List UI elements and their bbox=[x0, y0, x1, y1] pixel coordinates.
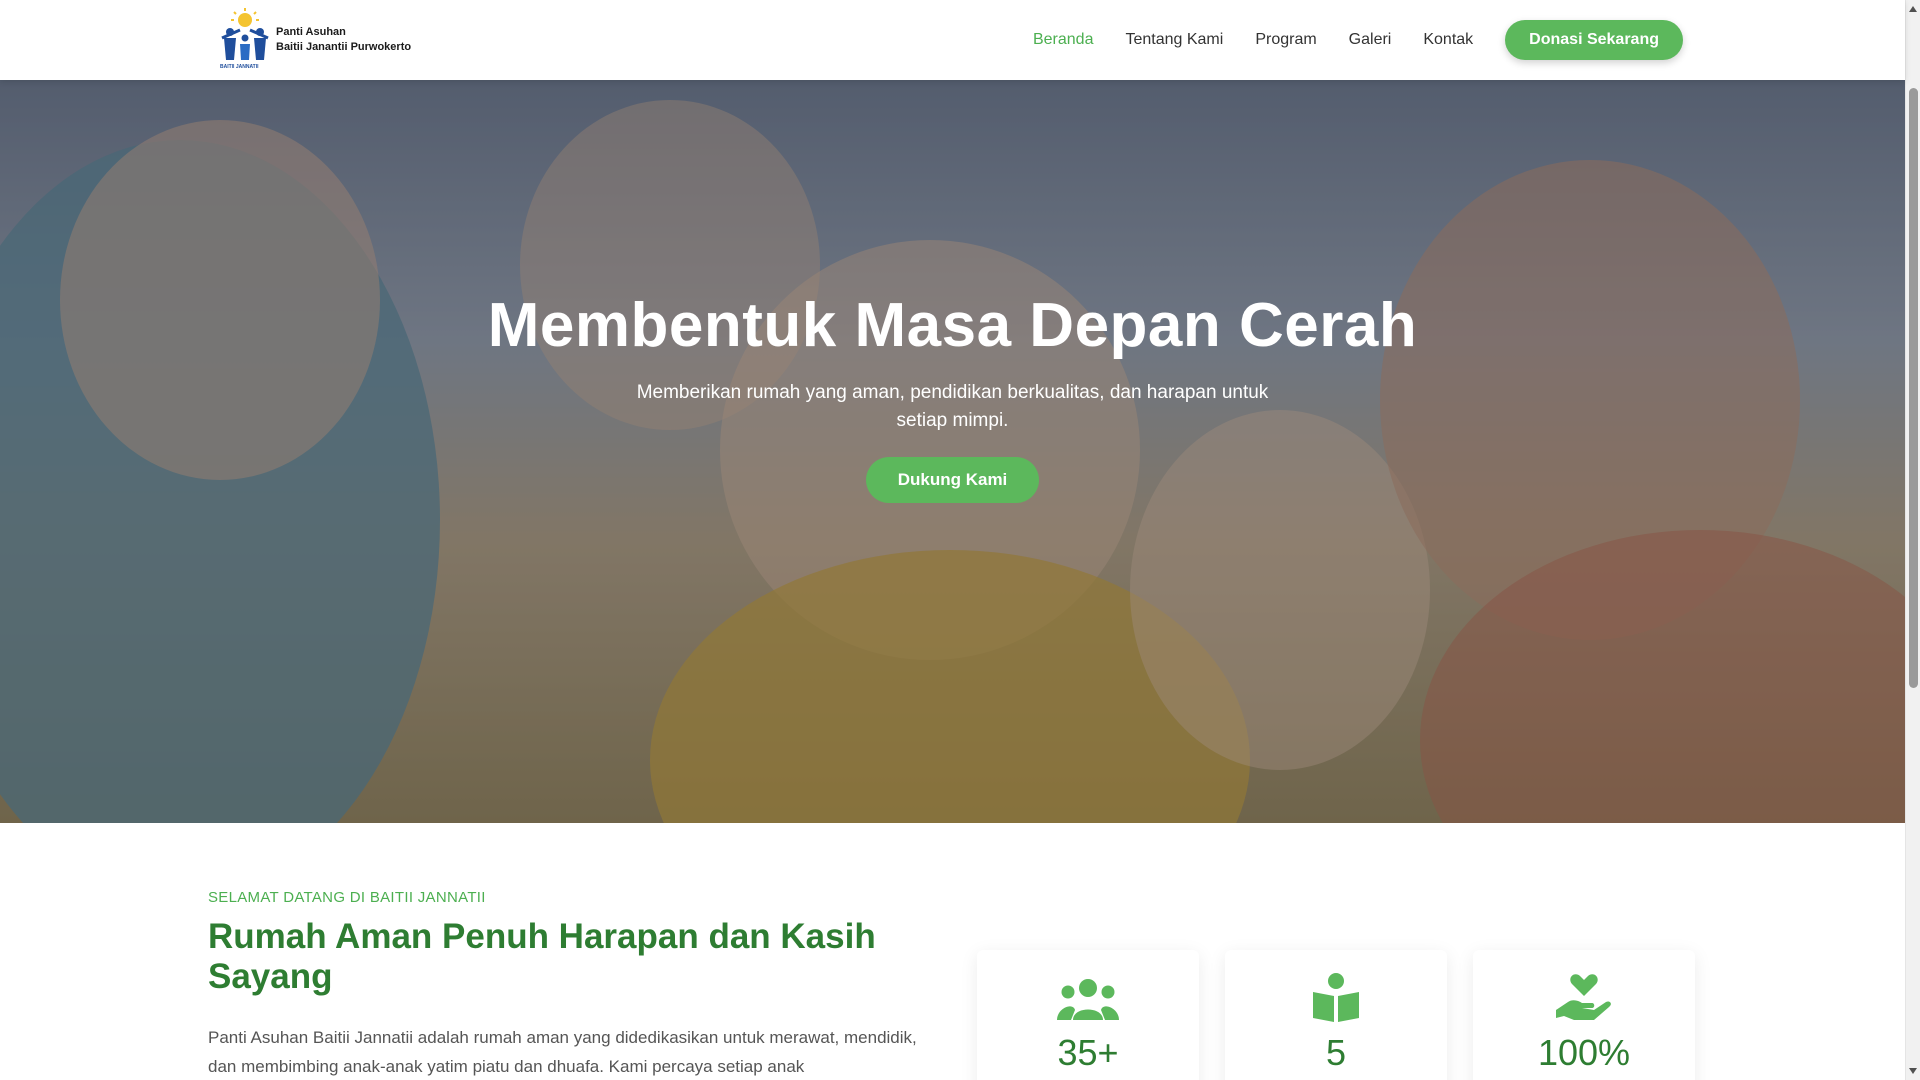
support-button[interactable]: Dukung Kami bbox=[865, 457, 1040, 503]
hand-heart-icon bbox=[1473, 966, 1695, 1022]
about-title: Rumah Aman Penuh Harapan dan Kasih Sayan… bbox=[208, 917, 876, 996]
scroll-up-icon[interactable] bbox=[1909, 6, 1917, 12]
stat-value: 100% bbox=[1537, 1032, 1631, 1073]
book-reader-icon bbox=[1225, 966, 1447, 1022]
about-eyebrow: SELAMAT DATANG DI BAITII JANNATII bbox=[208, 889, 486, 906]
stat-value: 35+ bbox=[1057, 1032, 1119, 1073]
about-section: SELAMAT DATANG DI BAITII JANNATII Rumah … bbox=[0, 823, 1905, 1080]
donate-button[interactable]: Donasi Sekarang bbox=[1505, 20, 1683, 60]
nav-beranda[interactable]: Beranda bbox=[1033, 31, 1094, 49]
site-logo[interactable]: BAITII JANNATII Panti Asuhan Baitii Jana… bbox=[218, 8, 411, 72]
page-scrollbar[interactable] bbox=[1905, 0, 1920, 1080]
hero-content: Membentuk Masa Depan Cerah Memberikan ru… bbox=[0, 290, 1905, 503]
logo-line-2: Baitii Janantii Purwokerto bbox=[276, 41, 412, 53]
main-nav: Beranda Tentang Kami Program Galeri Kont… bbox=[1033, 0, 1683, 80]
users-icon bbox=[977, 966, 1199, 1022]
hero-section: Membentuk Masa Depan Cerah Memberikan ru… bbox=[0, 80, 1905, 823]
nav-tentang-kami[interactable]: Tentang Kami bbox=[1125, 31, 1223, 49]
logo-line-1: Panti Asuhan bbox=[276, 26, 346, 38]
site-header: BAITII JANNATII Panti Asuhan Baitii Jana… bbox=[0, 0, 1905, 80]
stat-value: 5 bbox=[1325, 1032, 1347, 1073]
logo-icon: BAITII JANNATII bbox=[218, 8, 272, 72]
hero-title: Membentuk Masa Depan Cerah bbox=[487, 291, 1418, 360]
scroll-thumb[interactable] bbox=[1909, 88, 1918, 688]
nav-galeri[interactable]: Galeri bbox=[1349, 31, 1392, 49]
nav-kontak[interactable]: Kontak bbox=[1423, 31, 1473, 49]
logo-text: Panti Asuhan Baitii Janantii Purwokerto bbox=[276, 25, 411, 55]
stat-card: 5 bbox=[1225, 950, 1447, 1080]
about-text: Panti Asuhan Baitii Jannatii adalah ruma… bbox=[208, 1028, 917, 1076]
stat-card: 100% bbox=[1473, 950, 1695, 1080]
logo-small-text: BAITII JANNATII bbox=[220, 64, 259, 70]
scroll-down-icon[interactable] bbox=[1909, 1068, 1917, 1074]
nav-program[interactable]: Program bbox=[1255, 31, 1316, 49]
hero-subtitle: Memberikan rumah yang aman, pendidikan b… bbox=[636, 382, 1269, 431]
stat-card: 35+ bbox=[977, 950, 1199, 1080]
